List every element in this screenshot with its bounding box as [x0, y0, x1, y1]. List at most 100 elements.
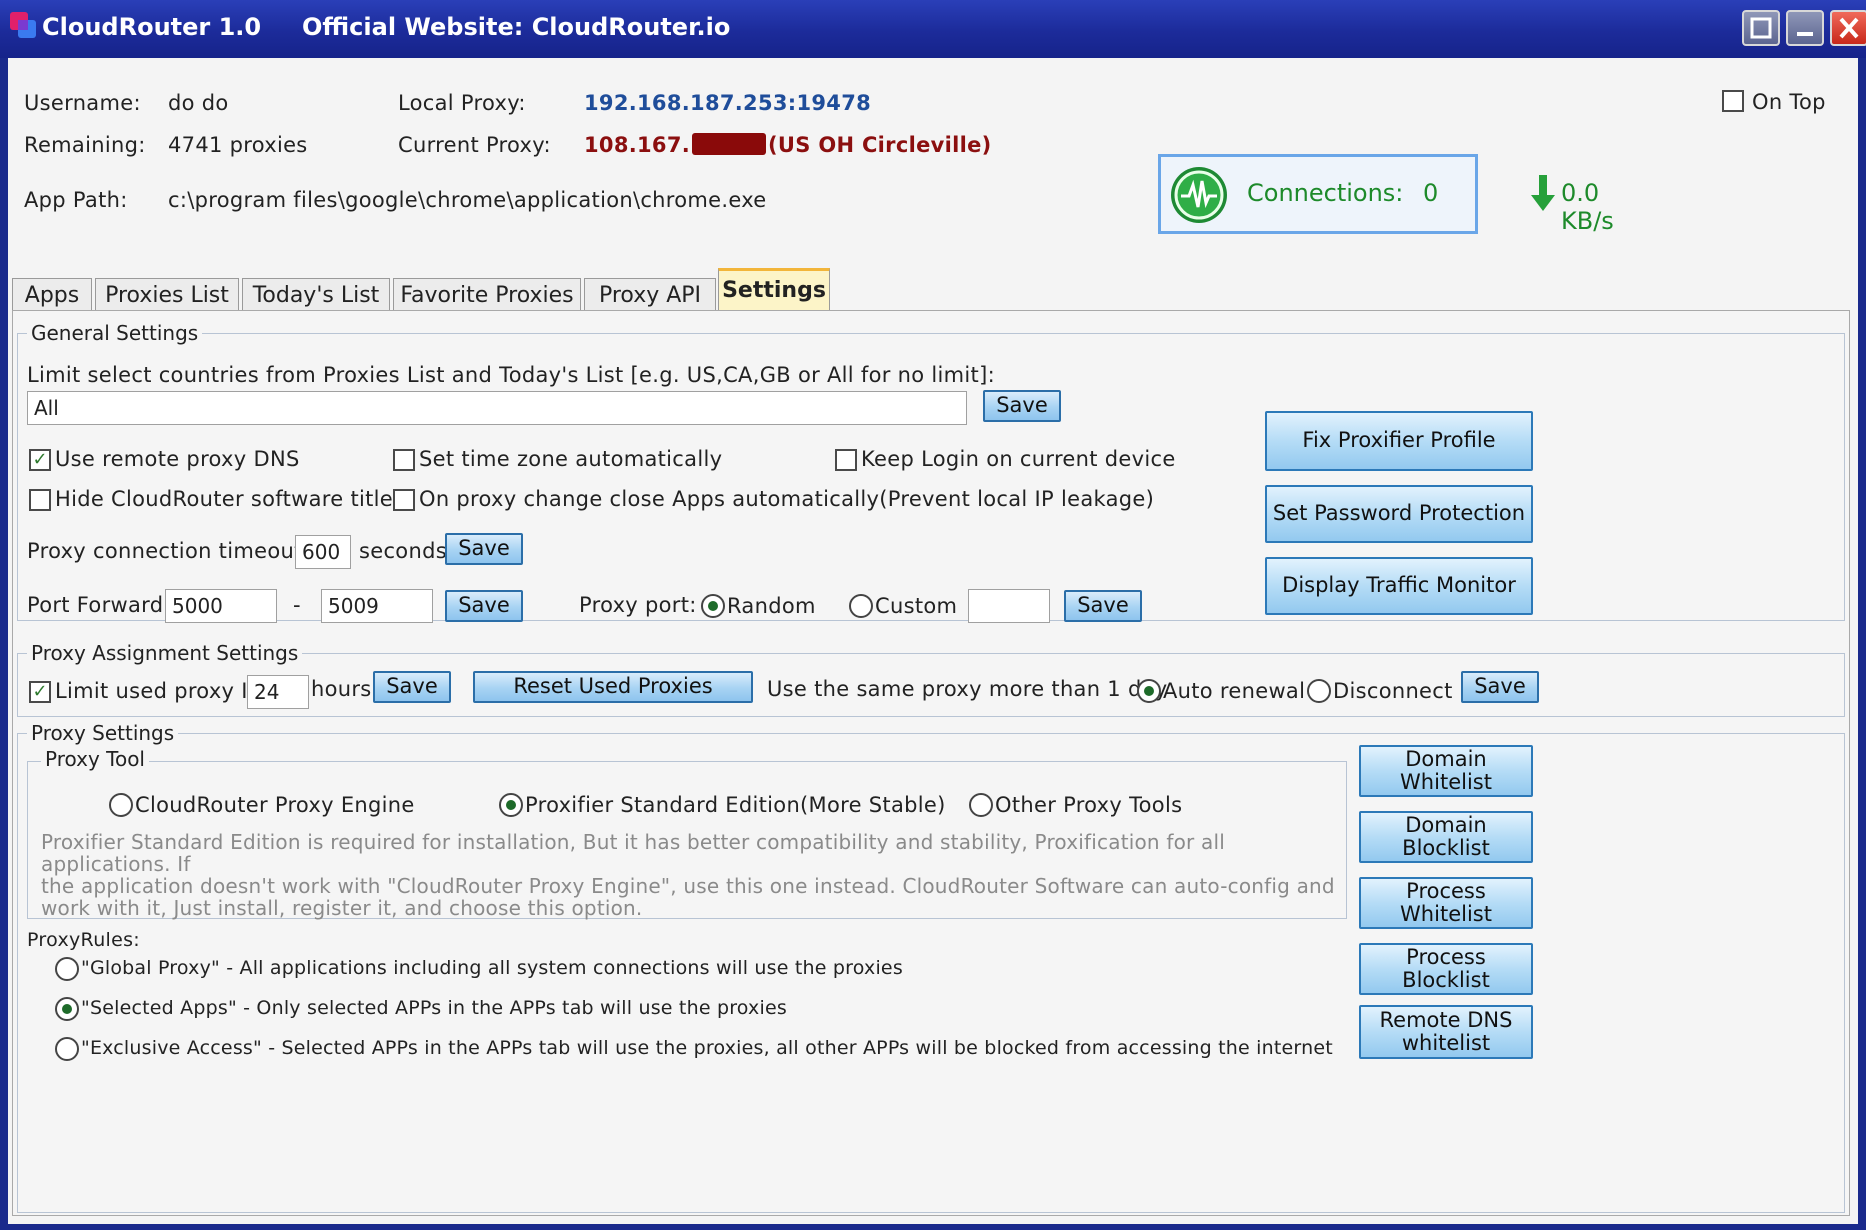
seconds-label: seconds — [359, 539, 447, 563]
other-tools-radio[interactable] — [969, 793, 993, 817]
app-path-value: c:\program files\google\chrome\applicati… — [168, 188, 767, 212]
on-top-checkbox[interactable] — [1722, 90, 1744, 112]
proxy-settings-title: Proxy Settings — [27, 721, 179, 745]
tab-settings[interactable]: Settings — [718, 268, 830, 312]
proxy-tool-title: Proxy Tool — [41, 747, 149, 771]
hours-input[interactable]: 24 — [247, 675, 309, 709]
rule-selected-radio[interactable] — [55, 997, 79, 1021]
disconnect-label: Disconnect — [1333, 679, 1453, 703]
close-apps-checkbox[interactable] — [393, 489, 415, 511]
port-forward-save-button[interactable]: Save — [445, 590, 523, 622]
proxy-port-save-button[interactable]: Save — [1064, 590, 1142, 622]
title-bar[interactable]: CloudRouter 1.0 Official Website: CloudR… — [0, 0, 1866, 58]
hide-title-checkbox[interactable] — [29, 489, 51, 511]
settings-panel: General Settings Limit select countries … — [12, 310, 1850, 1216]
reset-used-proxies-button[interactable]: Reset Used Proxies — [473, 671, 753, 703]
rule-global-radio[interactable] — [55, 957, 79, 981]
set-timezone-checkbox[interactable] — [393, 449, 415, 471]
rule-exclusive-radio[interactable] — [55, 1037, 79, 1061]
engine-label: CloudRouter Proxy Engine — [135, 793, 415, 817]
country-limit-input[interactable]: All — [27, 391, 967, 425]
rule-selected-label: "Selected Apps" - Only selected APPs in … — [81, 997, 787, 1019]
use-remote-dns-checkbox[interactable]: ✓ — [29, 449, 51, 471]
same-proxy-save-button[interactable]: Save — [1461, 671, 1539, 703]
main-content: Username: do do Remaining: 4741 proxies … — [8, 58, 1858, 1224]
country-save-button[interactable]: Save — [983, 390, 1061, 422]
username-value: do do — [168, 91, 229, 115]
website-label: Official Website: CloudRouter.io — [302, 13, 731, 41]
tab-apps[interactable]: Apps — [12, 278, 92, 312]
timeout-label: Proxy connection timeout: — [27, 539, 310, 563]
engine-radio[interactable] — [109, 793, 133, 817]
traffic-monitor: Connections: 0 0.0 KB/s — [1158, 154, 1614, 235]
close-button[interactable] — [1830, 10, 1866, 46]
remote-dns-whitelist-button[interactable]: Remote DNS whitelist — [1359, 1005, 1533, 1059]
tab-bar: Apps Proxies List Today's List Favorite … — [8, 268, 1858, 312]
tab-favorite-proxies[interactable]: Favorite Proxies — [393, 278, 581, 312]
fix-proxifier-button[interactable]: Fix Proxifier Profile — [1265, 411, 1533, 471]
limit-used-label: Limit used proxy IP — [55, 679, 261, 703]
same-proxy-label: Use the same proxy more than 1 day — [767, 677, 1168, 701]
domain-whitelist-button[interactable]: Domain Whitelist — [1359, 745, 1533, 797]
current-proxy-location: (US OH Circleville) — [768, 133, 992, 157]
connections-count: 0 — [1423, 179, 1439, 207]
tab-proxies-list[interactable]: Proxies List — [95, 278, 239, 312]
proxifier-label: Proxifier Standard Edition(More Stable) — [525, 793, 946, 817]
proxy-rules-label: ProxyRules: — [27, 929, 141, 951]
timeout-save-button[interactable]: Save — [445, 533, 523, 565]
app-path-label: App Path: — [24, 188, 128, 212]
description-line: the application doesn't work with "Cloud… — [41, 874, 1335, 898]
remote-dns-line: Remote DNS — [1379, 1007, 1513, 1032]
timeout-input[interactable]: 600 — [295, 535, 351, 569]
maximize-icon — [1750, 17, 1772, 39]
limit-used-checkbox[interactable]: ✓ — [29, 681, 51, 703]
tab-proxy-api[interactable]: Proxy API — [584, 278, 716, 312]
process-blocklist-button[interactable]: Process Blocklist — [1359, 943, 1533, 995]
port-to-input[interactable]: 5009 — [321, 589, 433, 623]
general-settings-title: General Settings — [27, 321, 203, 345]
auto-renewal-radio[interactable] — [1137, 679, 1161, 703]
minimize-button[interactable] — [1786, 10, 1824, 46]
port-random-radio[interactable] — [701, 594, 725, 618]
rule-exclusive-label: "Exclusive Access" - Selected APPs in th… — [81, 1037, 1333, 1059]
current-proxy-value: 108.167. (US OH Circleville) — [584, 133, 992, 157]
local-proxy-value: 192.168.187.253:19478 — [584, 91, 872, 115]
connections-label: Connections: — [1247, 179, 1404, 207]
display-traffic-button[interactable]: Display Traffic Monitor — [1265, 557, 1533, 615]
set-timezone-label: Set time zone automatically — [419, 447, 723, 471]
download-speed: 0.0 KB/s — [1561, 179, 1614, 235]
disconnect-radio[interactable] — [1307, 679, 1331, 703]
process-whitelist-button[interactable]: Process Whitelist — [1359, 877, 1533, 929]
keep-login-checkbox[interactable] — [835, 449, 857, 471]
arrow-down-icon — [1531, 175, 1555, 211]
close-icon — [1839, 17, 1859, 39]
port-from-input[interactable]: 5000 — [165, 589, 277, 623]
domain-blocklist-button[interactable]: Domain Blocklist — [1359, 811, 1533, 863]
port-custom-label: Custom — [875, 594, 958, 618]
use-remote-dns-label: Use remote proxy DNS — [55, 447, 300, 471]
assignment-save-button[interactable]: Save — [373, 671, 451, 703]
current-proxy-label: Current Proxy: — [398, 133, 551, 157]
custom-port-input[interactable] — [968, 589, 1050, 623]
rule-global-label: "Global Proxy" - All applications includ… — [81, 957, 903, 979]
maximize-button[interactable] — [1742, 10, 1780, 46]
auto-renewal-label: Auto renewal — [1163, 679, 1306, 703]
assignment-settings-title: Proxy Assignment Settings — [27, 641, 303, 665]
proxy-port-label: Proxy port: — [579, 593, 697, 617]
remaining-label: Remaining: — [24, 133, 146, 157]
redacted-block — [692, 133, 767, 155]
proxifier-radio[interactable] — [499, 793, 523, 817]
cloudrouter-logo-icon — [10, 12, 36, 38]
hide-title-label: Hide CloudRouter software title — [55, 487, 394, 511]
description-line: Proxifier Standard Edition is required f… — [41, 830, 1225, 876]
local-proxy-label: Local Proxy: — [398, 91, 526, 115]
port-dash: - — [293, 593, 301, 617]
username-label: Username: — [24, 91, 141, 115]
close-apps-label: On proxy change close Apps automatically… — [419, 487, 1155, 511]
port-custom-radio[interactable] — [849, 594, 873, 618]
port-forward-label: Port Forward: — [27, 593, 171, 617]
app-window: CloudRouter 1.0 Official Website: CloudR… — [0, 0, 1866, 1230]
tab-todays-list[interactable]: Today's List — [242, 278, 390, 312]
app-title: CloudRouter 1.0 — [42, 13, 262, 41]
set-password-button[interactable]: Set Password Protection — [1265, 485, 1533, 543]
